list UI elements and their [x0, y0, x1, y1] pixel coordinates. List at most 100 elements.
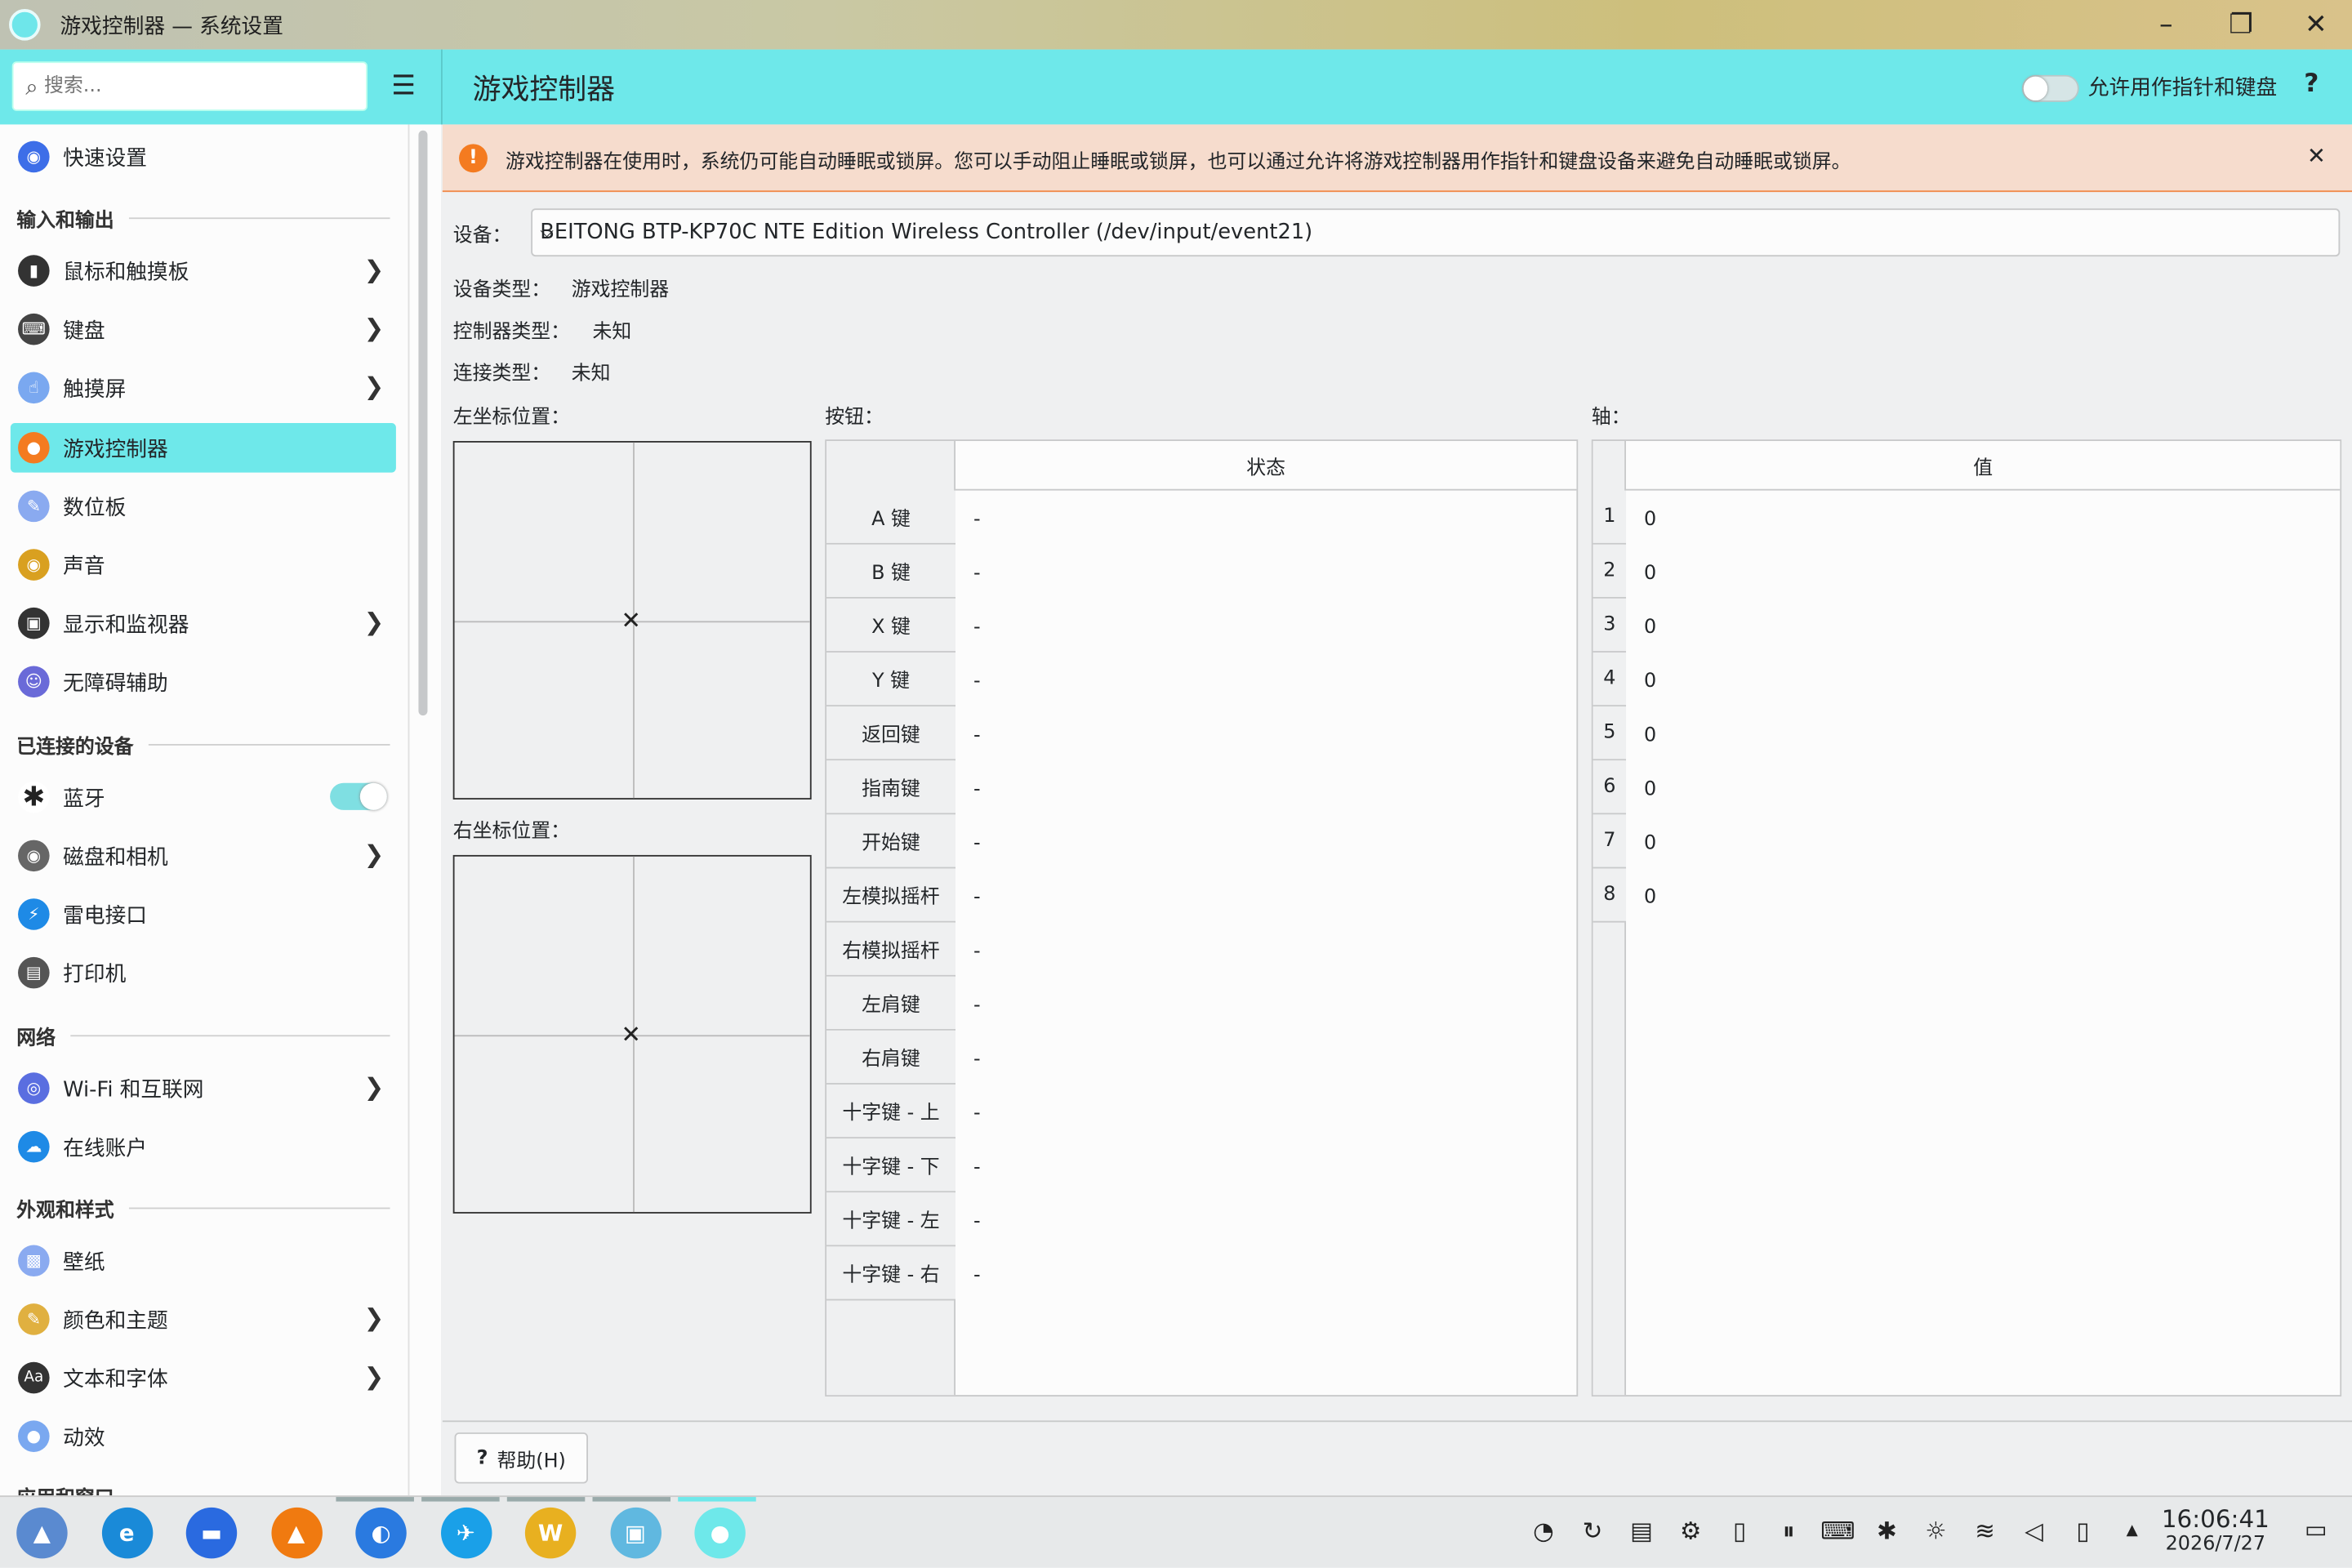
minimize-button[interactable]: –: [2130, 0, 2202, 50]
taskbar-app-app7[interactable]: W: [524, 1507, 577, 1559]
monitor-icon[interactable]: ▤: [1624, 1517, 1659, 1545]
controller-type-label: 控制器类型：: [452, 321, 570, 344]
sidebar-item-printers[interactable]: ▤ 打印机: [11, 948, 396, 998]
sidebar-item-wallpaper[interactable]: ▩ 壁纸: [11, 1236, 396, 1285]
axis-index-cell: 6: [1592, 760, 1627, 815]
title-bar: 游戏控制器 — 系统设置 – ❐ ✕: [0, 0, 2352, 50]
help-icon[interactable]: ?: [2304, 69, 2319, 99]
device-select[interactable]: BEITONG BTP-KP70C NTE Edition Wireless C…: [531, 208, 2341, 257]
clock-time[interactable]: 16:06:41: [2160, 1504, 2271, 1533]
sidebar-item-label: 雷电接口: [63, 903, 147, 929]
taskbar-app-launcher[interactable]: ▲: [16, 1507, 68, 1559]
taskbar-app-app6[interactable]: ✈: [440, 1507, 492, 1559]
search-input[interactable]: [44, 74, 329, 98]
help-icon: ?: [476, 1446, 488, 1470]
button-state-cell: -: [973, 886, 981, 910]
sidebar-item-sound[interactable]: ◉ 声音: [11, 540, 396, 590]
maximize-button[interactable]: ❐: [2205, 0, 2277, 50]
sync-icon[interactable]: ↻: [1575, 1517, 1610, 1545]
axis-value-cell: 0: [1644, 616, 1657, 639]
sidebar-item-touchscreen[interactable]: ☝ 触摸屏 ❯: [11, 363, 396, 412]
taskbar-app-files[interactable]: ▬: [185, 1507, 238, 1559]
sidebar-item-label: Wi-Fi 和互联网: [63, 1077, 204, 1102]
header-bar: ⌕ ☰ 游戏控制器 允许用作指针和键盘 ?: [0, 49, 2352, 125]
sidebar-item-thunderbolt[interactable]: ⚡ 雷电接口: [11, 889, 396, 939]
taskbar-running-indicator: [592, 1497, 671, 1502]
clock-date[interactable]: 2026/7/27: [2160, 1533, 2271, 1556]
show-desktop-icon[interactable]: ▭: [2298, 1515, 2334, 1544]
sidebar-item-gamepad[interactable]: ● 游戏控制器: [10, 422, 396, 473]
clipboard-icon[interactable]: ▯: [1722, 1517, 1757, 1545]
sidebar-item-online-accounts[interactable]: ☁ 在线账户: [11, 1122, 396, 1172]
axis-value-cell: 0: [1644, 886, 1657, 910]
brightness-icon[interactable]: ☼: [1918, 1517, 1953, 1545]
sidebar-item-label: 游戏控制器: [63, 437, 168, 461]
section-network: 网络: [16, 1022, 390, 1050]
sidebar-item-mouse[interactable]: ▮ 鼠标和触摸板 ❯: [11, 246, 396, 296]
disk-icon: ◉: [18, 840, 50, 872]
sidebar-item-colors-themes[interactable]: ✎ 颜色和主题 ❯: [11, 1294, 396, 1344]
pause-icon[interactable]: ⏸: [1771, 1517, 1806, 1547]
sidebar-item-disks-cameras[interactable]: ◉ 磁盘和相机 ❯: [11, 831, 396, 881]
right-stick-marker: ✕: [621, 1019, 642, 1049]
footer-divider: [442, 1420, 2352, 1423]
keyboard-icon[interactable]: ⌨: [1820, 1517, 1855, 1545]
gamepad-icon: ●: [18, 431, 50, 464]
taskbar-app-settings[interactable]: ●: [694, 1507, 746, 1559]
taskbar-app-edge[interactable]: e: [100, 1507, 153, 1559]
button-state-cell: -: [973, 994, 981, 1018]
button-name-cell: 返回键: [826, 706, 956, 761]
taskbar-app-vlc[interactable]: ▲: [270, 1507, 322, 1559]
bluetooth-icon[interactable]: ✱: [1869, 1517, 1904, 1545]
cloud-icon: ☁: [18, 1130, 50, 1163]
sidebar-item-wifi[interactable]: ◎ Wi-Fi 和互联网 ❯: [11, 1063, 396, 1113]
accessibility-icon: ☺: [18, 666, 50, 698]
section-connected-devices: 已连接的设备: [16, 730, 390, 759]
gear-icon[interactable]: ⚙: [1673, 1517, 1708, 1545]
close-button[interactable]: ✕: [2280, 0, 2352, 50]
sidebar-item-bluetooth[interactable]: ✱ 蓝牙: [11, 773, 396, 822]
keyboard-icon: ⌨: [18, 313, 50, 345]
buttons-state-header: 状态: [956, 441, 1577, 491]
button-name-cell: X 键: [826, 598, 956, 653]
arrow-up-icon[interactable]: ▲: [2114, 1522, 2150, 1539]
sidebar-item-animations[interactable]: ● 动效: [11, 1411, 396, 1461]
allow-pointer-toggle[interactable]: [2021, 74, 2079, 102]
phone-icon[interactable]: ▯: [2065, 1517, 2101, 1545]
clock-icon[interactable]: ◔: [1526, 1517, 1561, 1545]
menu-icon[interactable]: ☰: [382, 69, 424, 105]
button-state-cell: -: [973, 940, 981, 964]
axis-index-cell: 7: [1592, 814, 1627, 869]
taskbar-app-app5[interactable]: ◐: [355, 1507, 407, 1559]
axis-index-cell: 8: [1592, 868, 1627, 923]
sidebar-item-text-fonts[interactable]: Aa 文本和字体 ❯: [11, 1353, 396, 1403]
toggle-knob: [2023, 76, 2048, 101]
sidebar-scrollbar[interactable]: [408, 124, 441, 1496]
sidebar-item-display[interactable]: ▣ 显示和监视器 ❯: [11, 599, 396, 648]
header-divider: [441, 49, 443, 125]
taskbar-app-app8[interactable]: ▣: [609, 1507, 662, 1559]
scrollbar-thumb[interactable]: [418, 130, 428, 716]
animation-icon: ●: [18, 1420, 50, 1452]
volume-icon[interactable]: ◁: [2016, 1517, 2052, 1545]
button-state-cell: -: [973, 832, 981, 855]
button-name-cell: 右肩键: [826, 1030, 956, 1085]
sidebar-item-accessibility[interactable]: ☺ 无障碍辅助: [11, 657, 396, 706]
sidebar-item-label: 触摸屏: [63, 376, 127, 402]
sidebar-item-label: 声音: [63, 554, 105, 579]
chevron-down-icon: ⌵: [540, 220, 554, 242]
wifi-icon[interactable]: ≋: [1967, 1517, 2003, 1545]
search-box[interactable]: ⌕: [11, 61, 368, 111]
bluetooth-toggle[interactable]: [330, 782, 387, 810]
sidebar-item-keyboard[interactable]: ⌨ 键盘 ❯: [11, 305, 396, 354]
help-button[interactable]: ? 帮助(H): [454, 1432, 588, 1484]
sidebar-item-tablet[interactable]: ✎ 数位板: [11, 482, 396, 532]
close-icon[interactable]: ✕: [2307, 142, 2326, 169]
device-type-label: 设备类型：: [452, 278, 551, 302]
sidebar-item-label: 蓝牙: [63, 786, 105, 811]
button-name-cell: 十字键 - 上: [826, 1084, 956, 1139]
tablet-icon: ✎: [18, 490, 50, 523]
buttons-label: 按钮：: [825, 406, 884, 430]
button-name-cell: 十字键 - 下: [826, 1138, 956, 1193]
sidebar-item-quick-settings[interactable]: ◉ 快速设置: [11, 132, 396, 182]
